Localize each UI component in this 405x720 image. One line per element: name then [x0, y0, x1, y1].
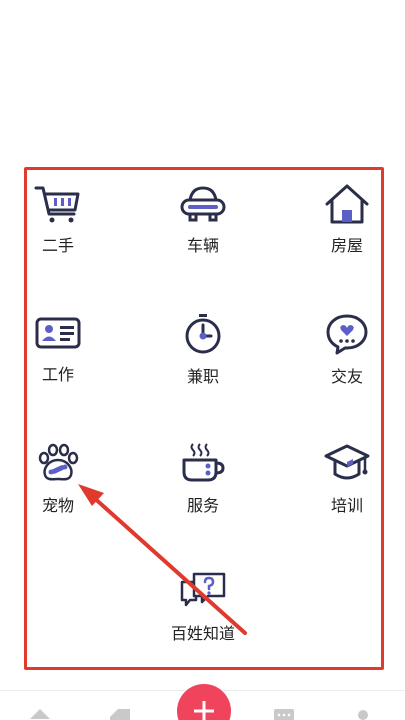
category-label: 培训	[330, 496, 363, 515]
stopwatch-icon	[185, 314, 221, 354]
category-label: 工作	[41, 365, 74, 384]
category-vehicles[interactable]: 车辆	[148, 184, 258, 256]
category-label: 二手	[41, 236, 74, 255]
heart-chat-icon	[326, 314, 368, 355]
category-label: 百姓知道	[170, 624, 235, 643]
category-label: 兼职	[186, 367, 219, 386]
category-parttime[interactable]: 兼职	[148, 313, 258, 387]
category-training[interactable]: 培训	[292, 442, 402, 516]
paw-icon	[38, 443, 79, 481]
question-chat-icon	[180, 572, 226, 607]
coffee-cup-icon	[182, 443, 225, 482]
shopping-cart-icon	[34, 186, 80, 223]
category-dating[interactable]: 交友	[292, 313, 402, 387]
category-label: 交友	[330, 367, 363, 386]
home-icon[interactable]	[28, 707, 52, 720]
category-label: 服务	[186, 496, 219, 515]
category-baixing-zhidao[interactable]: 百姓知道	[148, 570, 258, 644]
category-label: 车辆	[186, 236, 219, 255]
id-card-icon	[35, 317, 81, 349]
house-icon	[325, 184, 369, 224]
car-icon	[180, 186, 226, 222]
tag-icon[interactable]	[106, 707, 134, 720]
category-jobs[interactable]: 工作	[3, 313, 113, 385]
plus-icon	[194, 701, 214, 720]
category-pets[interactable]: 宠物	[3, 442, 113, 516]
graduation-cap-icon	[324, 444, 370, 480]
user-icon[interactable]	[355, 707, 371, 720]
category-label: 房屋	[330, 236, 363, 255]
category-services[interactable]: 服务	[148, 442, 258, 516]
message-icon[interactable]	[272, 707, 296, 720]
category-label: 宠物	[41, 496, 74, 515]
category-secondhand[interactable]: 二手	[3, 184, 113, 256]
category-housing[interactable]: 房屋	[292, 184, 402, 256]
